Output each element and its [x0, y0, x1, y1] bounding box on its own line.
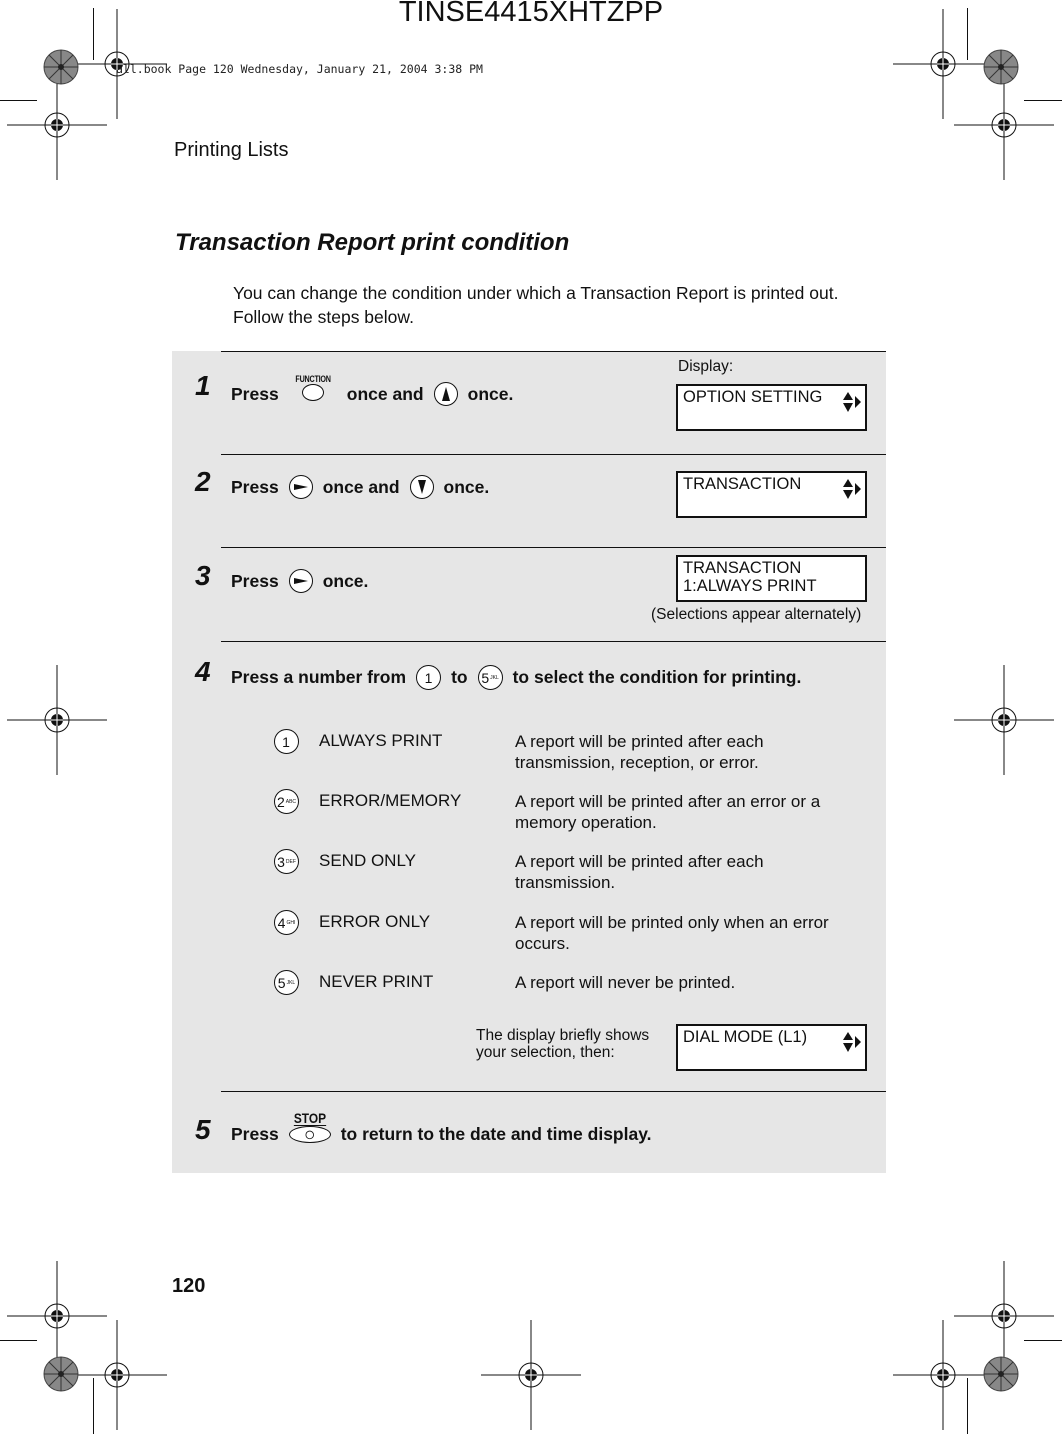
color-target-icon — [983, 49, 1019, 85]
registration-mark-icon — [6, 69, 108, 181]
registration-mark-icon — [953, 664, 1055, 776]
registration-marks — [6, 8, 1055, 1431]
registration-mark-icon — [66, 1319, 168, 1431]
color-target-icon — [983, 1356, 1019, 1392]
registration-mark-icon — [6, 1260, 108, 1372]
registration-mark-icon — [66, 8, 168, 120]
registration-mark-icon — [6, 664, 108, 776]
registration-mark-icon — [892, 1319, 994, 1431]
registration-mark-icon — [953, 1260, 1055, 1372]
registration-mark-icon — [892, 8, 994, 120]
color-target-icon — [43, 1356, 79, 1392]
registration-mark-icon — [953, 69, 1055, 181]
color-target-icon — [43, 49, 79, 85]
registration-mark-icon — [480, 1319, 582, 1431]
